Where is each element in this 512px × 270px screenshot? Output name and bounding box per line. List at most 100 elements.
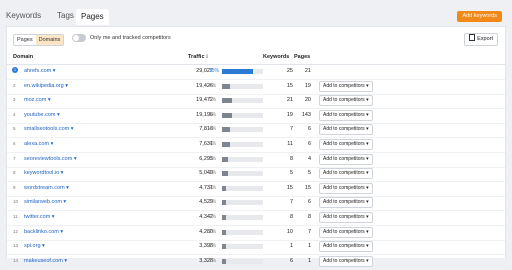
traffic-share-percent: 2% xyxy=(209,214,217,220)
traffic-header-label: Traffic xyxy=(188,54,205,60)
add-keywords-button[interactable]: Add keywords xyxy=(457,11,502,22)
domain-link[interactable]: smallseotools.com ▾ xyxy=(24,126,74,132)
traffic-share-fill xyxy=(222,98,232,104)
table-row: 13 spi.org ▾ 3,398 2% 1 1 Add to competitors ▾ xyxy=(7,240,505,256)
row-number: 10 xyxy=(13,199,19,205)
domain-link[interactable]: en.wikipedia.org ▾ xyxy=(24,83,68,89)
traffic-share-fill xyxy=(222,142,230,147)
add-to-competitors-button[interactable]: Add to competitors ▾ xyxy=(319,139,373,150)
pages-count: 1 xyxy=(307,243,311,250)
column-header-domain[interactable]: Domain xyxy=(13,54,33,60)
traffic-share-fill xyxy=(222,258,226,264)
domain-link[interactable]: seoreviewtools.com ▾ xyxy=(24,156,77,162)
domain-link[interactable]: similarweb.com ▾ xyxy=(24,199,66,205)
add-to-competitors-button[interactable]: Add to competitors ▾ xyxy=(319,95,373,107)
add-to-competitors-button[interactable]: Add to competitors ▾ xyxy=(319,182,373,194)
competitors-toggle[interactable] xyxy=(72,34,86,42)
pages-count: 15 xyxy=(304,184,311,191)
pages-count: 5 xyxy=(307,170,311,177)
table-row: 9 wordstream.com ▾ 4,731 2% 15 15 Add to compe… xyxy=(7,182,505,197)
keywords-count: 8 xyxy=(289,155,293,162)
column-header-traffic[interactable]: Traffic ℹ xyxy=(188,54,208,60)
table-row: 1 ahrefs.com ▾ 29,027 15% 25 21 xyxy=(7,65,505,80)
add-to-competitors-button[interactable]: Add to competitors ▾ xyxy=(319,197,373,209)
domain-link[interactable]: youtube.com ▾ xyxy=(24,112,60,118)
domain-link[interactable]: spi.org ▾ xyxy=(24,243,45,249)
table-row: 8 keywordtool.io ▾ 5,040 3% 5 5 Add to competi… xyxy=(7,167,505,183)
traffic-share-bar xyxy=(222,83,263,89)
pages-count: 1 xyxy=(307,257,311,264)
domain-link[interactable]: alexa.com ▾ xyxy=(24,141,53,147)
traffic-share-percent: 2% xyxy=(209,257,217,264)
domain-link[interactable]: moz.com ▾ xyxy=(24,97,51,103)
traffic-share-fill xyxy=(222,200,226,206)
domain-link[interactable]: wordstream.com ▾ xyxy=(24,185,69,191)
traffic-share-bar xyxy=(222,142,263,147)
segment-domains[interactable]: Domains xyxy=(35,35,64,45)
traffic-share-bar xyxy=(222,69,263,74)
row-number: 13 xyxy=(13,243,19,249)
table-row: 3 moz.com ▾ 19,472 5% 21 20 Add to competitors… xyxy=(7,94,505,110)
add-to-competitors-button[interactable]: Add to competitors ▾ xyxy=(319,109,373,121)
traffic-share-bar xyxy=(222,200,263,206)
table-row: 6 alexa.com ▾ 7,631 4% 11 6 Add to competitors… xyxy=(7,138,505,153)
table-row: 7 seoreviewtools.com ▾ 6,295 3% 8 4 Add to com… xyxy=(7,153,505,168)
table-row: 5 smallseotools.com ▾ 7,818 4% 7 6 Add to comp… xyxy=(7,123,505,139)
tab-keywords[interactable]: Keywords xyxy=(6,11,41,20)
add-to-competitors-button[interactable]: Add to competitors ▾ xyxy=(319,212,373,223)
pages-count: 143 xyxy=(301,111,311,118)
tab-pages[interactable]: Pages xyxy=(76,9,109,25)
row-number: 4 xyxy=(13,111,16,117)
add-to-competitors-button[interactable]: Add to competitors ▾ xyxy=(319,226,373,238)
row-number: 8 xyxy=(13,170,16,176)
add-to-competitors-button[interactable]: Add to competitors ▾ xyxy=(319,80,373,92)
export-button[interactable]: Export xyxy=(464,33,498,46)
traffic-share-percent: 15% xyxy=(209,68,220,74)
segment-pages[interactable]: Pages xyxy=(14,35,36,45)
add-to-competitors-button[interactable]: Add to competitors ▾ xyxy=(319,153,373,165)
toggle-label: Only me and tracked competitors xyxy=(90,35,171,41)
pages-count: 6 xyxy=(307,141,311,147)
column-header-keywords[interactable]: Keywords xyxy=(263,54,289,60)
traffic-share-bar xyxy=(222,127,263,133)
traffic-share-fill xyxy=(222,156,228,162)
traffic-share-bar xyxy=(222,244,263,250)
domain-link[interactable]: twitter.com ▾ xyxy=(24,214,55,220)
traffic-share-percent: 5% xyxy=(209,97,217,104)
traffic-share-fill xyxy=(222,127,230,133)
add-to-competitors-button[interactable]: Add to competitors ▾ xyxy=(319,241,373,253)
tabs-bar: Keywords Tags Pages Add keywords xyxy=(6,6,506,26)
keywords-count: 15 xyxy=(286,184,293,191)
info-icon: ℹ xyxy=(206,54,209,60)
row-number: 12 xyxy=(13,228,19,234)
add-to-competitors-button[interactable]: Add to competitors ▾ xyxy=(319,168,373,180)
keywords-count: 7 xyxy=(289,199,293,206)
table-row: 4 youtube.com ▾ 19,196 5% 19 143 Add to compet… xyxy=(7,109,505,124)
domain-link[interactable]: makeuseof.com ▾ xyxy=(24,258,67,264)
add-to-competitors-button[interactable]: Add to competitors ▾ xyxy=(319,255,373,267)
view-segmented-control: Pages Domains xyxy=(13,34,65,46)
traffic-share-percent: 5% xyxy=(209,111,217,118)
traffic-share-bar xyxy=(222,215,263,220)
domain-link[interactable]: keywordtool.io ▾ xyxy=(24,170,63,176)
keywords-count: 6 xyxy=(289,257,293,264)
traffic-share-percent: 4% xyxy=(209,126,217,133)
keywords-count: 1 xyxy=(289,243,293,250)
main-panel: Pages Domains Only me and tracked compet… xyxy=(6,26,506,270)
row-number: 11 xyxy=(13,214,18,219)
tab-tags[interactable]: Tags xyxy=(57,11,74,20)
domain-link[interactable]: backlinko.com ▾ xyxy=(24,229,63,235)
column-header-pages[interactable]: Pages xyxy=(294,54,310,60)
traffic-share-bar xyxy=(222,171,263,177)
keywords-count: 7 xyxy=(289,126,293,133)
traffic-share-fill xyxy=(222,215,226,220)
traffic-share-fill xyxy=(222,171,228,177)
traffic-share-percent: 4% xyxy=(209,141,217,147)
traffic-share-percent: 3% xyxy=(209,170,217,177)
keywords-count: 10 xyxy=(286,228,293,235)
add-to-competitors-button[interactable]: Add to competitors ▾ xyxy=(319,124,373,136)
domain-link[interactable]: ahrefs.com ▾ xyxy=(24,68,56,74)
traffic-share-bar xyxy=(222,229,263,235)
row-number: 14 xyxy=(13,257,19,263)
traffic-share-fill xyxy=(222,185,226,191)
